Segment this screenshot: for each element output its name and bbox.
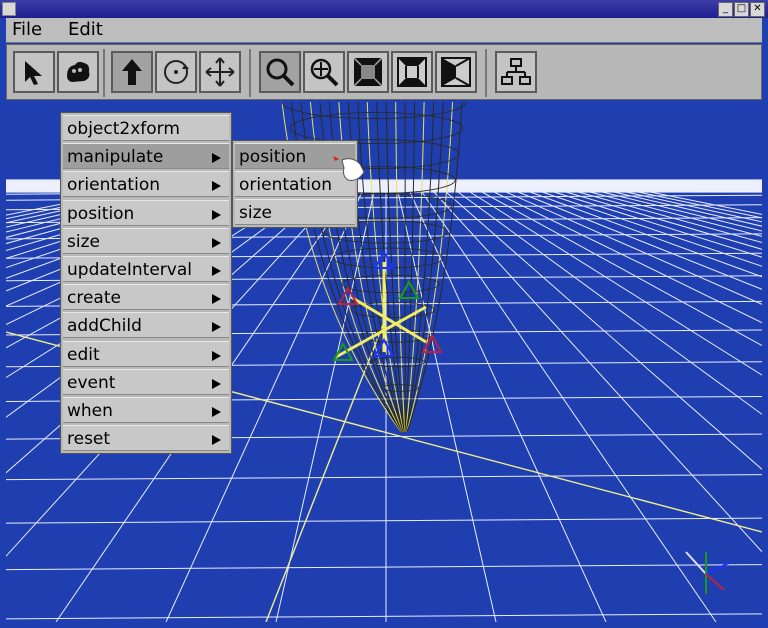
rotate-icon bbox=[164, 60, 189, 84]
ctx-item-label: updateInterval bbox=[67, 260, 193, 280]
ctx-item-size[interactable]: size bbox=[63, 227, 229, 254]
maximize-button[interactable]: □ bbox=[734, 2, 749, 17]
ctx-item-event[interactable]: event bbox=[63, 368, 229, 395]
ctx-item-label: orientation bbox=[67, 175, 160, 196]
sub-item-label: orientation bbox=[239, 175, 332, 195]
rotate-tool-button[interactable] bbox=[155, 51, 197, 93]
ctx-item-label: reset bbox=[67, 429, 111, 450]
scene-tree-icon bbox=[501, 58, 531, 85]
context-menu: object2xform manipulate orientation positio… bbox=[60, 112, 232, 454]
toolbar-separator bbox=[485, 49, 487, 97]
view-front-icon bbox=[353, 57, 383, 87]
submenu-arrow-icon bbox=[212, 435, 221, 446]
move-cross-icon bbox=[205, 57, 235, 87]
view-perspective-button[interactable] bbox=[391, 51, 433, 93]
window-menu-icon[interactable] bbox=[2, 2, 16, 16]
select-tool-button[interactable] bbox=[13, 51, 55, 93]
toolbar-separator bbox=[249, 49, 251, 97]
ctx-item-manipulate[interactable]: manipulate bbox=[63, 143, 229, 170]
mouse-cursor bbox=[333, 156, 365, 181]
ctx-item-label: size bbox=[67, 231, 100, 252]
ctx-item-position[interactable]: position bbox=[63, 199, 229, 226]
ctx-item-updateinterval[interactable]: updateInterval bbox=[63, 256, 229, 282]
ctx-item-label: addChild bbox=[67, 316, 142, 337]
translate-tool-button[interactable] bbox=[111, 51, 153, 93]
ctx-item-label: edit bbox=[67, 344, 100, 365]
menu-bar: File Edit bbox=[6, 18, 762, 43]
toolbar-separator bbox=[103, 49, 105, 97]
sub-item-label: size bbox=[239, 203, 272, 223]
move-tool-button[interactable] bbox=[199, 51, 241, 93]
submenu-arrow-icon bbox=[212, 266, 221, 276]
view-side-button[interactable] bbox=[435, 51, 477, 93]
ctx-item-orientation[interactable]: orientation bbox=[63, 171, 229, 198]
close-button[interactable]: ✕ bbox=[750, 2, 765, 17]
ctx-item-label: position bbox=[67, 203, 135, 224]
translate-up-icon bbox=[122, 59, 142, 85]
scene-tree-button[interactable] bbox=[495, 51, 537, 93]
ctx-item-create[interactable]: create bbox=[63, 284, 229, 311]
ctx-item-label: object2xform bbox=[67, 119, 180, 139]
ctx-item-when[interactable]: when bbox=[63, 397, 229, 423]
pick-tool-button[interactable] bbox=[57, 51, 99, 93]
pick-hand-icon bbox=[67, 61, 90, 82]
submenu-arrow-icon bbox=[212, 350, 221, 361]
ctx-item-label: event bbox=[67, 372, 116, 393]
submenu-arrow-icon bbox=[212, 153, 221, 164]
sub-item-size[interactable]: size bbox=[235, 199, 355, 225]
zoom-icon bbox=[310, 58, 339, 87]
title-bar: _ □ ✕ bbox=[0, 0, 768, 18]
submenu-arrow-icon bbox=[212, 378, 221, 389]
ctx-item-label: manipulate bbox=[67, 147, 164, 168]
view-tool-button[interactable] bbox=[259, 51, 301, 93]
submenu-arrow-icon bbox=[212, 322, 221, 333]
ctx-item-addchild[interactable]: addChild bbox=[63, 312, 229, 339]
sub-item-label: position bbox=[239, 147, 307, 167]
ctx-item-label: when bbox=[67, 401, 113, 421]
menu-edit[interactable]: Edit bbox=[68, 18, 103, 42]
toolbar bbox=[6, 44, 762, 100]
ctx-item-edit[interactable]: edit bbox=[63, 340, 229, 367]
submenu-arrow-icon bbox=[212, 294, 221, 305]
minimize-button[interactable]: _ bbox=[718, 2, 733, 17]
submenu-arrow-icon bbox=[212, 407, 221, 417]
menu-file[interactable]: File bbox=[12, 18, 42, 42]
ctx-item-object2xform[interactable]: object2xform bbox=[63, 115, 229, 141]
submenu-arrow-icon bbox=[212, 209, 221, 220]
view-perspective-icon bbox=[397, 57, 427, 87]
view-magnifier-icon bbox=[266, 58, 295, 87]
view-side-icon bbox=[441, 57, 471, 87]
ctx-item-reset[interactable]: reset bbox=[63, 425, 229, 452]
submenu-arrow-icon bbox=[212, 181, 221, 192]
view-front-button[interactable] bbox=[347, 51, 389, 93]
select-arrow-icon bbox=[25, 61, 42, 85]
ctx-item-label: create bbox=[67, 288, 121, 309]
submenu-arrow-icon bbox=[212, 237, 221, 248]
zoom-tool-button[interactable] bbox=[303, 51, 345, 93]
